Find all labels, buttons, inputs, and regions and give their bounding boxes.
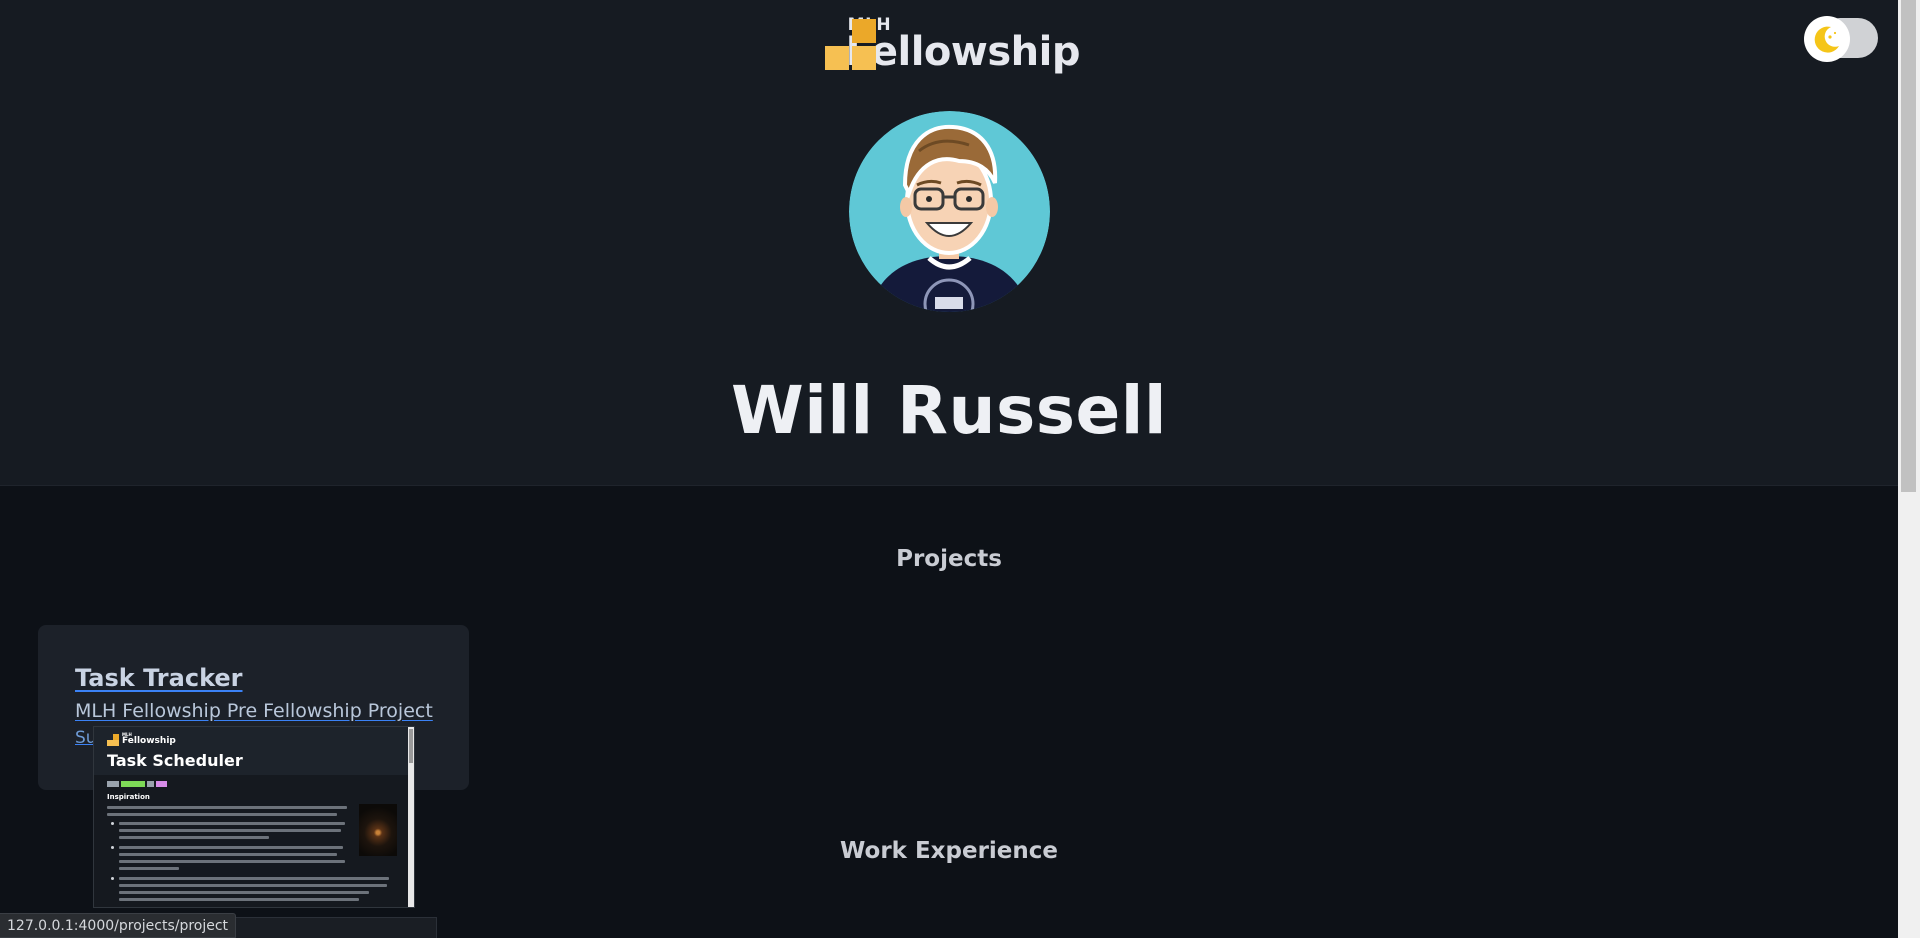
preview-text-line: [119, 829, 341, 832]
preview-tag: [146, 781, 155, 787]
logo-big-text: Fellowship: [845, 29, 1081, 75]
preview-text-line: [119, 867, 179, 870]
preview-heading: Inspiration: [107, 793, 150, 801]
preview-text-line: [119, 877, 389, 880]
page-scrollbar[interactable]: [1898, 0, 1920, 938]
avatar-illustration: [849, 111, 1050, 312]
link-preview-popup: MLH Fellowship Task Scheduler Inspiratio…: [93, 726, 415, 908]
preview-text-line: [119, 898, 359, 901]
preview-mlh-blocks-icon: [107, 734, 119, 746]
preview-text-line: [119, 891, 369, 894]
preview-bullet: [111, 822, 114, 825]
preview-tag: [120, 781, 145, 787]
mlh-fellowship-logo[interactable]: MLH Fellowship: [825, 17, 1081, 81]
theme-toggle[interactable]: [1804, 16, 1880, 62]
preview-logo: MLH Fellowship: [107, 733, 176, 746]
avatar: [849, 111, 1050, 312]
mlh-blocks-icon: [825, 19, 876, 71]
projects-heading: Projects: [896, 546, 1002, 572]
preview-tags: [107, 781, 167, 787]
work-experience-heading: Work Experience: [839, 838, 1059, 864]
profile-header: MLH Fellowship: [0, 0, 1898, 486]
preview-bullet: [111, 877, 114, 880]
preview-tag: [107, 781, 119, 787]
preview-text-line: [119, 884, 387, 887]
page-scrollbar-thumb[interactable]: [1901, 0, 1916, 492]
preview-tag: [156, 781, 167, 787]
toggle-knob[interactable]: [1804, 16, 1850, 62]
preview-text-line: [107, 813, 337, 816]
preview-logo-big: Fellowship: [122, 736, 176, 746]
status-bar-url: 127.0.0.1:4000/projects/project: [0, 913, 237, 938]
preview-scrollbar-thumb[interactable]: [409, 729, 413, 763]
preview-title: Task Scheduler: [107, 751, 243, 770]
preview-header: MLH Fellowship Task Scheduler: [94, 727, 410, 775]
preview-text-line: [119, 822, 345, 825]
project-description-link[interactable]: MLH Fellowship Pre Fellowship Project: [75, 700, 433, 722]
preview-scrollbar[interactable]: [408, 727, 414, 907]
project-title-link[interactable]: Task Tracker: [75, 664, 243, 692]
status-bar-shadow: [215, 917, 437, 938]
moon-icon: [1814, 26, 1839, 53]
profile-name: Will Russell: [730, 372, 1168, 449]
preview-text-line: [107, 806, 347, 809]
